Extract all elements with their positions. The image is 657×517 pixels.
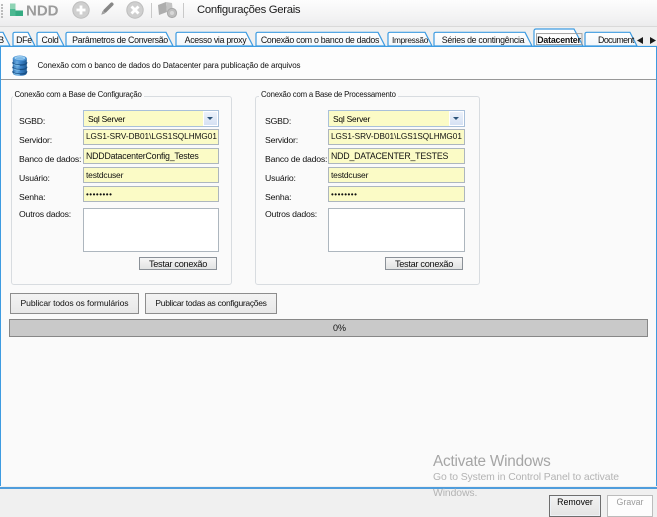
svg-text:Acesso via proxy: Acesso via proxy [185,35,248,45]
svg-text:Séries de contingência: Séries de contingência [442,35,525,45]
svg-text:Conexão com o banco de dados: Conexão com o banco de dados [261,35,380,45]
svg-text:NDD: NDD [26,3,59,20]
svg-text:Document: Document [598,35,635,45]
svg-text:Parâmetros de Conversão: Parâmetros de Conversão [72,35,168,45]
svg-text:Cold: Cold [42,35,59,45]
svg-text:B: B [0,35,4,45]
svg-text:Impressão: Impressão [392,35,429,45]
svg-text:Datacenter: Datacenter [537,35,581,45]
svg-text:DFe: DFe [16,35,32,45]
